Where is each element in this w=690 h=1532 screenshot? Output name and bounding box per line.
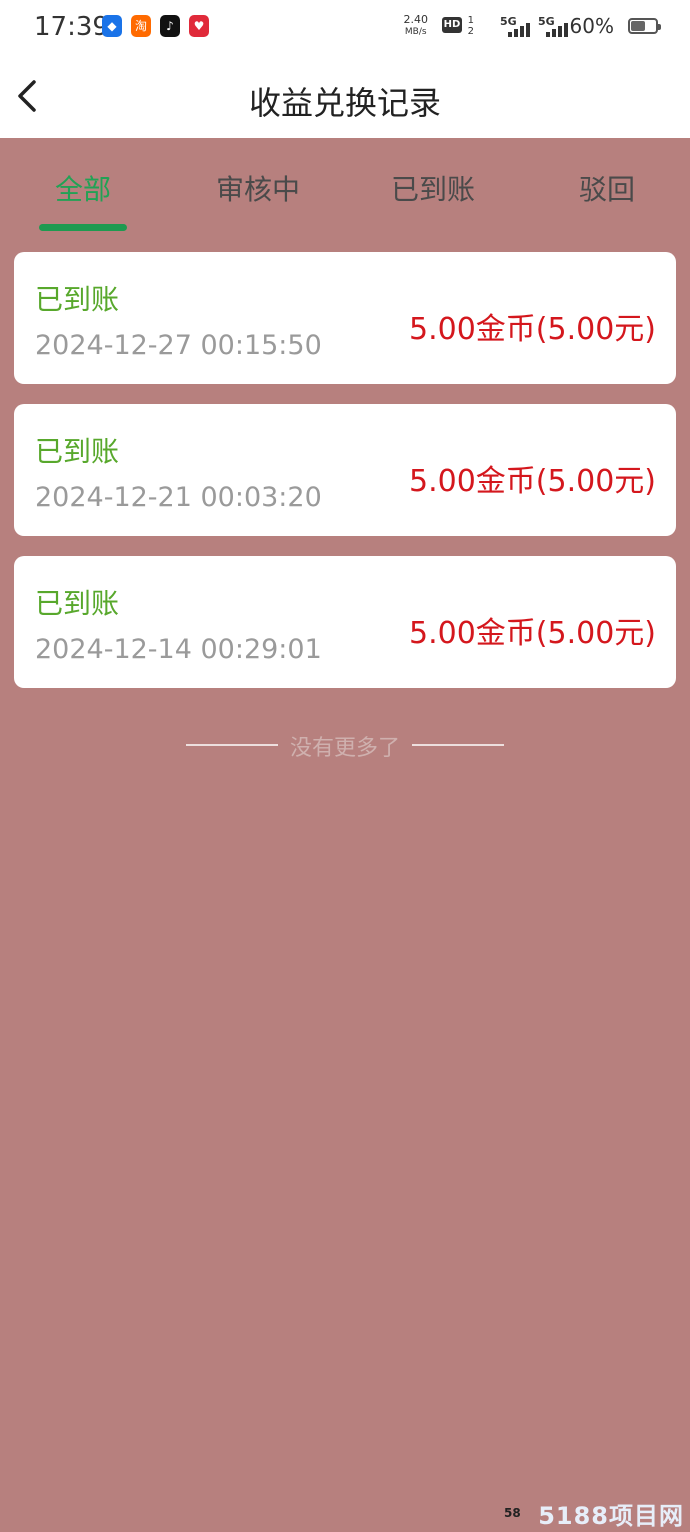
status-bar: 17:39 ◆ 淘 ♪ ♥ 2.40 MB/s HD 1 2 5G 5G 60% bbox=[0, 0, 690, 56]
hd-sim-indicator: 1 2 bbox=[468, 15, 474, 37]
tab-credited[interactable]: 已到账 bbox=[363, 168, 503, 208]
header-bar: 收益兑换记录 bbox=[0, 56, 690, 138]
record-card[interactable]: 已到账 2024-12-27 00:15:50 5.00金币(5.00元) bbox=[14, 252, 676, 384]
douyin-app-icon: ♪ bbox=[160, 15, 180, 37]
heart-app-icon: ♥ bbox=[189, 15, 209, 37]
record-time: 2024-12-21 00:03:20 bbox=[35, 482, 322, 513]
sim1-network-type: 5G bbox=[500, 15, 517, 28]
network-speed: 2.40 MB/s bbox=[404, 14, 429, 38]
tab-under-review[interactable]: 审核中 bbox=[188, 168, 328, 208]
watermark: 58 5188项目网 bbox=[504, 1496, 684, 1530]
record-amount: 5.00金币(5.00元) bbox=[408, 312, 656, 347]
active-tab-indicator bbox=[39, 224, 127, 231]
hd-sub-bottom: 2 bbox=[467, 26, 474, 37]
tab-rejected[interactable]: 驳回 bbox=[537, 168, 677, 208]
tab-all[interactable]: 全部 bbox=[13, 168, 153, 208]
record-time: 2024-12-27 00:15:50 bbox=[35, 330, 322, 361]
hd-sub-top: 1 bbox=[467, 15, 474, 26]
battery-icon bbox=[628, 18, 661, 34]
network-speed-value: 2.40 bbox=[403, 13, 429, 26]
record-amount: 5.00金币(5.00元) bbox=[408, 464, 656, 499]
battery-percent: 60% bbox=[569, 14, 614, 38]
page-title: 收益兑换记录 bbox=[248, 84, 441, 122]
record-amount: 5.00金币(5.00元) bbox=[408, 616, 656, 651]
record-status: 已到账 bbox=[35, 435, 120, 468]
hd-icon: HD bbox=[442, 17, 462, 33]
signal-sim1-icon: 5G bbox=[500, 15, 532, 39]
shield-app-icon: ◆ bbox=[102, 15, 122, 37]
battery-level-fill bbox=[631, 21, 645, 31]
watermark-text: 5188项目网 bbox=[538, 1502, 684, 1530]
status-time: 17:39 bbox=[34, 12, 109, 42]
end-of-list-text: 没有更多了 bbox=[289, 736, 400, 761]
record-card[interactable]: 已到账 2024-12-14 00:29:01 5.00金币(5.00元) bbox=[14, 556, 676, 688]
network-speed-unit: MB/s bbox=[404, 27, 427, 37]
sim2-network-type: 5G bbox=[538, 15, 555, 28]
record-card[interactable]: 已到账 2024-12-21 00:03:20 5.00金币(5.00元) bbox=[14, 404, 676, 536]
watermark-small-text: 58 bbox=[504, 1506, 521, 1520]
record-status: 已到账 bbox=[35, 283, 120, 316]
status-indicators: 2.40 MB/s HD 1 2 5G 5G 60% bbox=[358, 12, 661, 42]
record-time: 2024-12-14 00:29:01 bbox=[35, 634, 322, 665]
filter-tabs: 全部 审核中 已到账 驳回 bbox=[0, 138, 690, 238]
taobao-app-icon: 淘 bbox=[131, 15, 151, 37]
record-status: 已到账 bbox=[35, 587, 120, 620]
signal-sim2-icon: 5G bbox=[538, 15, 570, 39]
end-divider-right bbox=[412, 744, 504, 746]
